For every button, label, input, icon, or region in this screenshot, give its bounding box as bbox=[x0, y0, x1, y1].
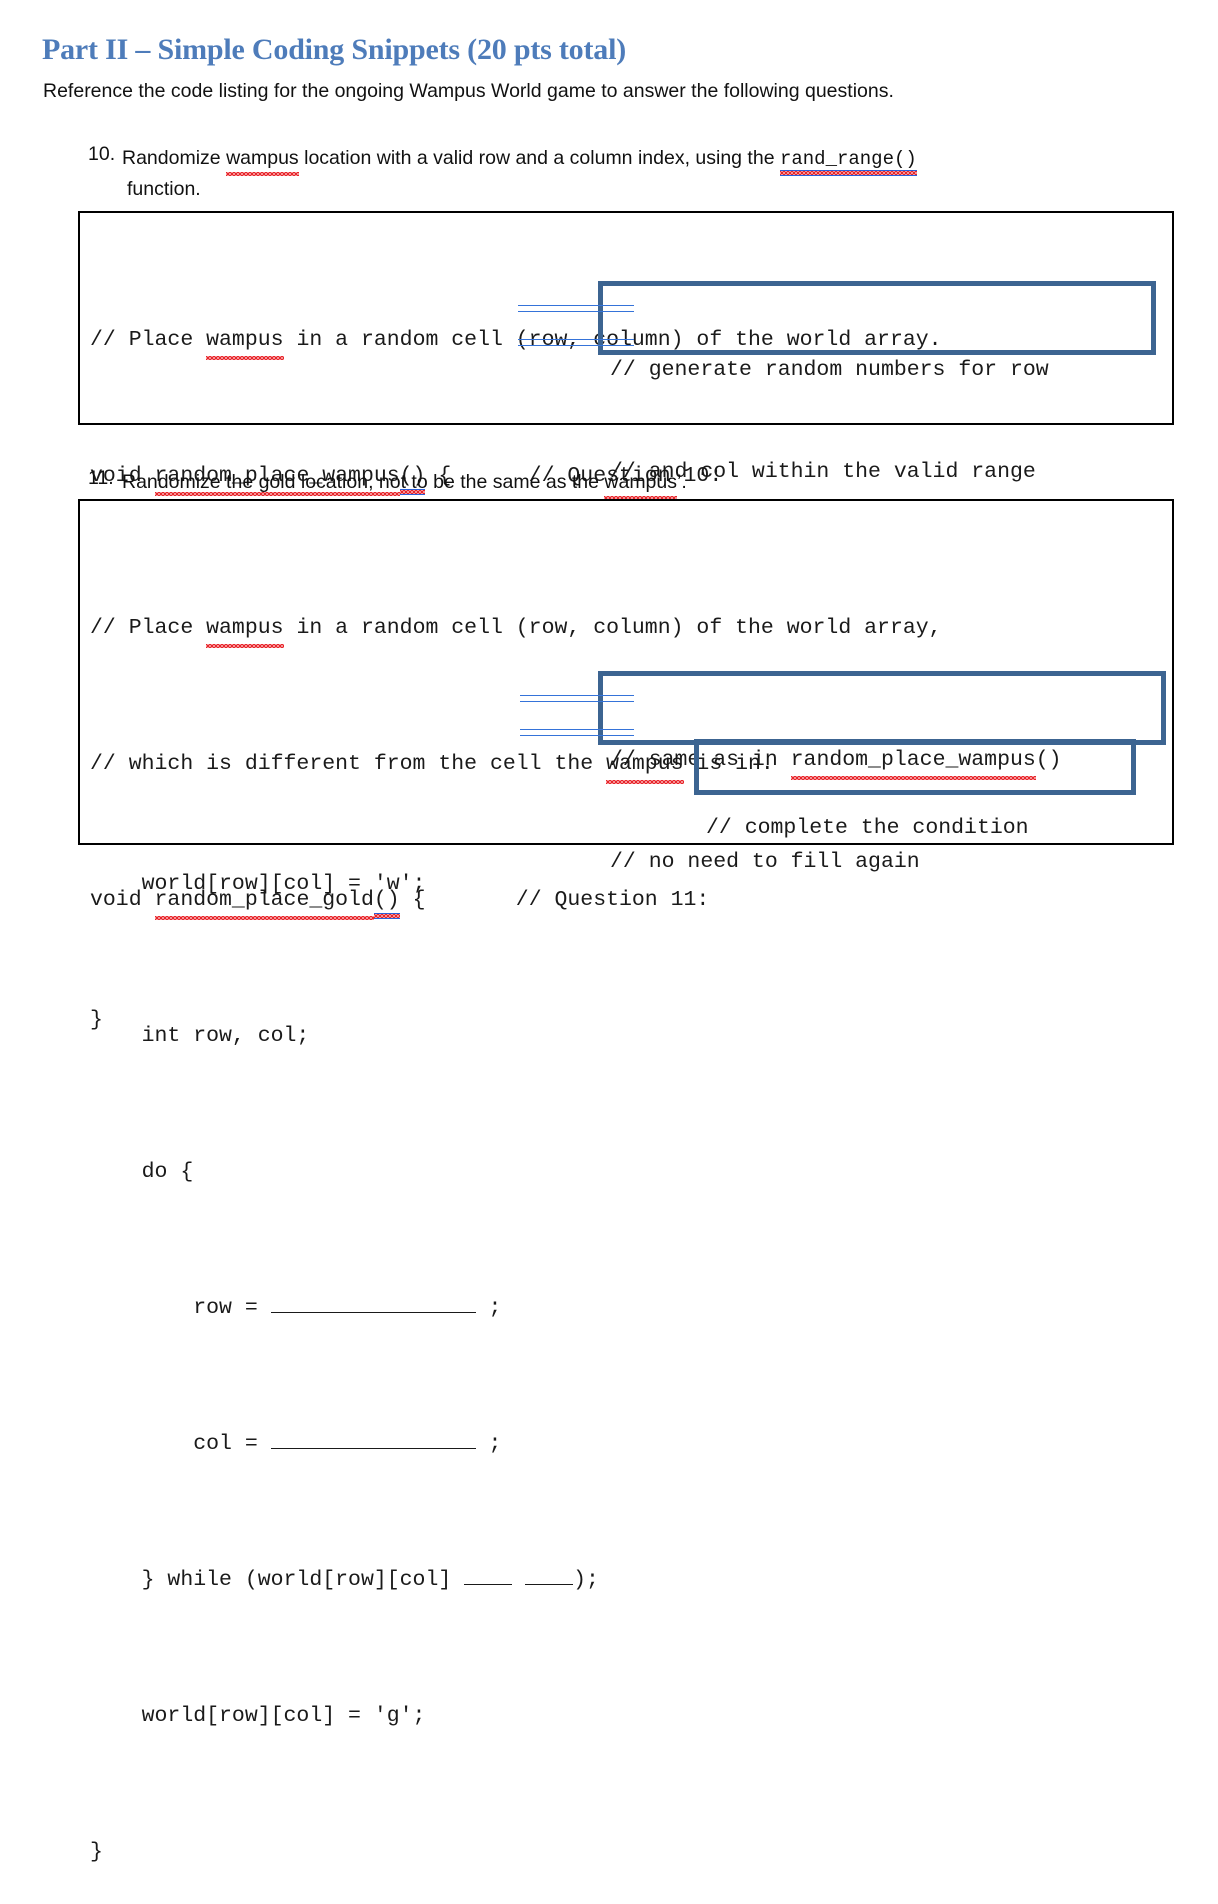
fill-in-blank-row-2[interactable] bbox=[270, 1292, 476, 1313]
question-11-number: 11. bbox=[88, 467, 114, 489]
question-10-number: 10. bbox=[88, 143, 116, 165]
code-line: world[row][col] = 'g'; bbox=[90, 1704, 426, 1728]
question-11-body: Randomize the gold location, not to be t… bbox=[122, 467, 1182, 500]
code-parens: () bbox=[373, 883, 400, 919]
code-block-question-11: // Place wampus in a random cell (row, c… bbox=[78, 499, 1174, 1864]
code-text: // which is different from the cell the bbox=[90, 752, 607, 776]
question-11-text-after: ’. bbox=[677, 471, 687, 493]
page-title: Part II – Simple Coding Snippets (20 pts… bbox=[42, 33, 626, 66]
code-text: in a random cell (row, column) of the wo… bbox=[283, 616, 942, 640]
code-text: col = bbox=[90, 1432, 271, 1456]
question-10-line-1: Randomize wampus location with a valid r… bbox=[122, 143, 1182, 176]
annotation-parens: () bbox=[1035, 748, 1062, 772]
code-line: } while (world[row][col] ); bbox=[90, 1563, 1172, 1597]
intro-text: Reference the code listing for the ongoi… bbox=[43, 80, 894, 102]
question-10-text-middle: location with a valid row and a column i… bbox=[298, 147, 780, 169]
code-line: row = ; bbox=[90, 1291, 1172, 1325]
fill-in-blank-col-2[interactable] bbox=[270, 1428, 476, 1449]
question-11-misspelled-word: wampus bbox=[604, 467, 677, 500]
code-text: ; bbox=[475, 1432, 528, 1456]
document-page: Part II – Simple Coding Snippets (20 pts… bbox=[0, 0, 1218, 1864]
question-10-line-2: function. bbox=[127, 178, 201, 200]
question-10-misspelled-word: wampus bbox=[226, 143, 299, 176]
fill-in-blank-condition-1[interactable] bbox=[464, 1564, 513, 1585]
code-line: do { bbox=[90, 1160, 194, 1184]
fill-in-blank-condition-2[interactable] bbox=[525, 1564, 574, 1585]
code-text: ); bbox=[573, 1568, 599, 1592]
code-function-name: random_place_gold bbox=[154, 883, 375, 920]
code-block-question-10: // Place wampus in a random cell (row, c… bbox=[78, 211, 1174, 1032]
code-text: row = bbox=[90, 1296, 271, 1320]
code-misspelled-word: wampus bbox=[206, 323, 284, 360]
code-text: } while (world[row][col] bbox=[90, 1568, 465, 1592]
code-line: col = ; bbox=[90, 1427, 1172, 1461]
code-keyword: void bbox=[90, 888, 155, 912]
code-line: } bbox=[90, 1840, 103, 1864]
annotation-line: // complete the condition bbox=[706, 816, 1029, 840]
code-misspelled-word: wampus bbox=[206, 611, 284, 648]
code-line: // Place wampus in a random cell (row, c… bbox=[90, 611, 1172, 648]
code-line: int row, col; bbox=[90, 1024, 310, 1048]
code-text: ; bbox=[475, 1296, 528, 1320]
code-block-2-annotation-text-b: // complete the condition bbox=[706, 743, 1029, 913]
question-11-text-before: Randomize the gold location, not to be t… bbox=[122, 471, 605, 493]
code-text: // Place bbox=[90, 328, 207, 352]
question-10-text-before: Randomize bbox=[122, 147, 227, 169]
annotation-line: // generate random numbers for row bbox=[610, 358, 1049, 382]
question-10-code-reference: rand_range() bbox=[779, 144, 917, 176]
code-text: // Place bbox=[90, 616, 207, 640]
question-11-line-1: Randomize the gold location, not to be t… bbox=[122, 467, 1182, 500]
question-10-body: Randomize wampus location with a valid r… bbox=[122, 143, 1182, 204]
